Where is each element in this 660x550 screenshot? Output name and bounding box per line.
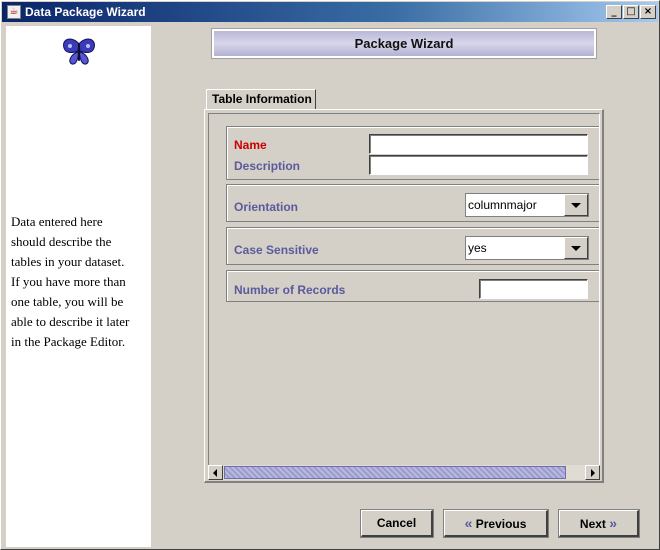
cancel-label: Cancel xyxy=(376,516,417,530)
close-button[interactable]: × xyxy=(640,5,656,19)
scroll-left-button[interactable] xyxy=(208,465,223,480)
cancel-button[interactable]: Cancel xyxy=(360,509,434,538)
page-title: Package Wizard xyxy=(354,36,454,51)
scrollbar-thumb[interactable] xyxy=(224,466,566,479)
minimize-button[interactable]: _ xyxy=(606,5,622,19)
help-sidebar: Data entered here should describe the ta… xyxy=(6,26,151,547)
case-sensitive-dropdown-button[interactable] xyxy=(564,237,588,259)
case-sensitive-value: yes xyxy=(468,241,487,255)
chevron-down-icon xyxy=(571,203,581,208)
orientation-dropdown-button[interactable] xyxy=(564,194,588,216)
chevron-right-icon: » xyxy=(609,515,618,531)
records-field[interactable] xyxy=(479,279,588,299)
case-sensitive-select[interactable]: yes xyxy=(465,236,589,260)
orientation-group: Orientation columnmajor xyxy=(226,184,599,222)
name-label: Name xyxy=(234,138,267,152)
scroll-viewport: Name Description Orientation columnmajor… xyxy=(208,113,600,465)
tab-table-information[interactable]: Table Information xyxy=(206,89,316,110)
butterfly-icon xyxy=(63,38,95,65)
records-group: Number of Records xyxy=(226,270,599,302)
window-title: Data Package Wizard xyxy=(25,5,146,19)
orientation-select[interactable]: columnmajor xyxy=(465,193,589,217)
orientation-value: columnmajor xyxy=(468,198,537,212)
wizard-header-banner: Package Wizard xyxy=(211,28,597,59)
chevron-left-icon: « xyxy=(464,515,473,531)
help-text: Data entered here should describe the ta… xyxy=(11,214,130,349)
next-label: Next xyxy=(579,517,606,531)
records-label: Number of Records xyxy=(234,283,346,297)
previous-label: Previous xyxy=(475,517,527,531)
description-field[interactable] xyxy=(369,155,588,175)
tab-panel: Name Description Orientation columnmajor… xyxy=(204,109,604,483)
case-sensitive-label: Case Sensitive xyxy=(234,243,319,257)
next-button[interactable]: Next » xyxy=(558,509,640,538)
arrow-right-icon xyxy=(591,469,595,477)
case-sensitive-group: Case Sensitive yes xyxy=(226,227,599,265)
maximize-button[interactable]: □ xyxy=(623,5,639,19)
description-label: Description xyxy=(234,159,301,173)
scroll-right-button[interactable] xyxy=(585,465,600,480)
orientation-label: Orientation xyxy=(234,200,299,214)
title-bar[interactable]: ☕ Data Package Wizard _ □ × xyxy=(2,2,658,22)
chevron-down-icon xyxy=(571,246,581,251)
previous-button[interactable]: « Previous xyxy=(443,509,549,538)
wizard-window: ☕ Data Package Wizard _ □ × Data entered… xyxy=(0,0,660,550)
arrow-left-icon xyxy=(213,469,217,477)
name-field[interactable] xyxy=(369,134,588,154)
java-app-icon: ☕ xyxy=(7,5,21,19)
horizontal-scrollbar[interactable] xyxy=(208,465,600,480)
name-description-group: Name Description xyxy=(226,126,599,180)
